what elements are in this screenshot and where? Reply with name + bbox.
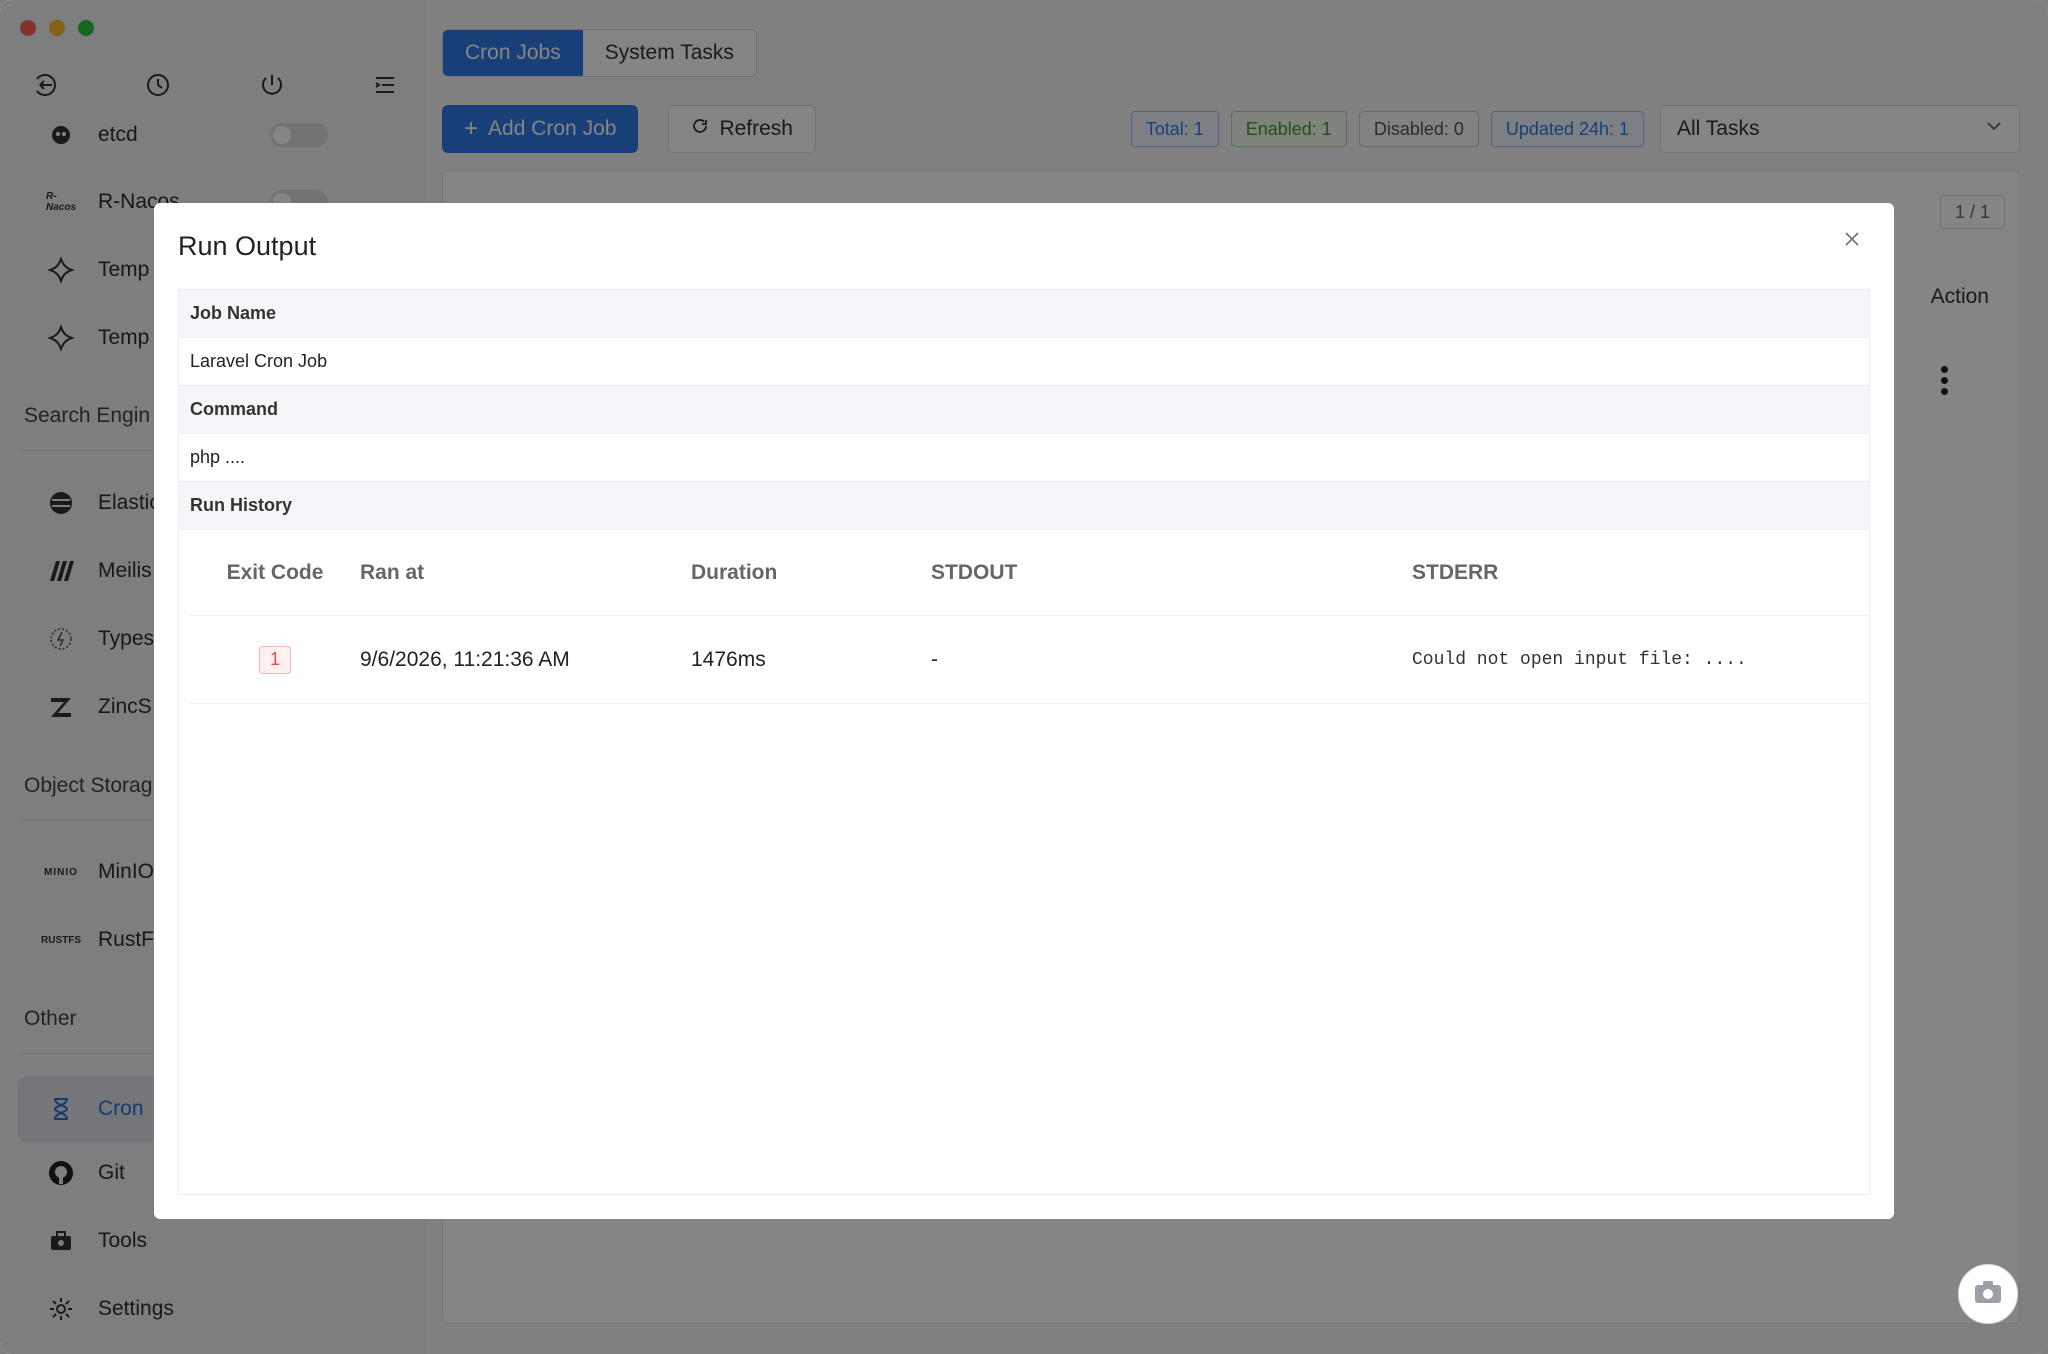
- table-header-row: Exit Code Ran at Duration STDOUT STDERR: [190, 530, 1869, 616]
- run-history-label: Run History: [179, 482, 1869, 530]
- screenshot-button[interactable]: [1958, 1264, 2018, 1324]
- column-header-stderr: STDERR: [1412, 560, 1499, 584]
- job-name-label: Job Name: [179, 290, 1869, 338]
- run-history-table: Exit Code Ran at Duration STDOUT STDERR …: [190, 530, 1869, 704]
- duration-cell: 1476ms: [691, 647, 766, 671]
- close-icon[interactable]: [1840, 227, 1864, 251]
- column-header-exit-code: Exit Code: [226, 560, 324, 584]
- job-name-value: Laravel Cron Job: [179, 338, 1869, 386]
- modal-title: Run Output: [178, 231, 317, 261]
- camera-icon: [1973, 1279, 2003, 1310]
- modal-body: Job Name Laravel Cron Job Command php ..…: [178, 289, 1870, 1195]
- stdout-cell: -: [931, 647, 938, 671]
- command-value: php ....: [179, 434, 1869, 482]
- app-window: etcd R-Nacos R-Nacos Temp Temp Search En…: [0, 0, 2048, 1354]
- exit-code-cell: 1: [190, 645, 360, 674]
- stderr-cell: Could not open input file: ....: [1412, 649, 1747, 670]
- run-output-modal: Run Output Job Name Laravel Cron Job Com…: [154, 203, 1894, 1219]
- table-row: 1 9/6/2026, 11:21:36 AM 1476ms - Could n…: [190, 616, 1869, 704]
- exit-code-badge: 1: [259, 645, 291, 674]
- column-header-duration: Duration: [691, 560, 778, 584]
- ran-at-cell: 9/6/2026, 11:21:36 AM: [360, 647, 570, 671]
- column-header-ran-at: Ran at: [360, 560, 425, 584]
- command-label: Command: [179, 386, 1869, 434]
- column-header-stdout: STDOUT: [931, 560, 1018, 584]
